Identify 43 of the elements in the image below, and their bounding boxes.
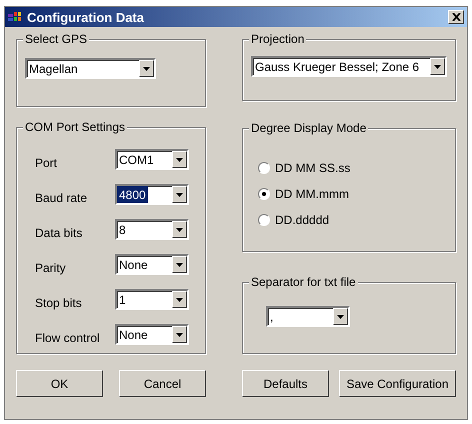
radio-button[interactable] [258, 188, 270, 200]
radio-label: DD.ddddd [275, 213, 330, 227]
setting-dropdown[interactable]: COM1 [115, 149, 189, 170]
group-label: COM Port Settings [23, 120, 128, 134]
radio-button[interactable] [258, 162, 270, 174]
projection-dropdown[interactable]: Gauss Krueger Bessel; Zone 6 [251, 56, 447, 77]
close-button[interactable] [448, 10, 464, 24]
group-label: Degree Display Mode [249, 121, 368, 135]
group-label: Select GPS [23, 32, 90, 46]
defaults-button[interactable]: Defaults [242, 370, 329, 397]
dropdown-value: COM1 [118, 152, 155, 168]
cancel-button[interactable]: Cancel [119, 370, 206, 397]
setting-dropdown[interactable]: 1 [115, 289, 189, 310]
gps-dropdown[interactable]: Magellan [25, 58, 156, 79]
app-icon [8, 11, 24, 23]
group-label: Separator for txt file [249, 275, 358, 289]
close-icon [452, 13, 460, 21]
field-label: Flow control [35, 330, 101, 344]
dropdown-value: None [118, 327, 149, 343]
radio-label: DD MM SS.ss [275, 161, 350, 175]
dropdown-value: Magellan [28, 61, 79, 77]
dropdown-value: , [269, 309, 274, 325]
dropdown-value: 1 [118, 292, 127, 308]
setting-dropdown[interactable]: None [115, 254, 189, 275]
separator-dropdown[interactable]: , [266, 306, 350, 327]
radio-button[interactable] [258, 214, 270, 226]
setting-dropdown[interactable]: 8 [115, 219, 189, 240]
field-label: Parity [35, 260, 67, 274]
save-configuration-button[interactable]: Save Configuration [339, 370, 456, 397]
window-title: Configuration Data [27, 10, 145, 24]
setting-dropdown[interactable]: 4800 [115, 184, 189, 205]
dropdown-value: 8 [118, 222, 127, 238]
radio-label: DD MM.mmm [275, 187, 349, 201]
dropdown-value: 4800 [117, 186, 148, 203]
field-label: Baud rate [35, 190, 88, 204]
field-label: Port [35, 154, 58, 170]
setting-dropdown[interactable]: None [115, 324, 189, 345]
ok-button[interactable]: OK [16, 370, 103, 397]
field-label: Stop bits [35, 294, 83, 310]
dropdown-value: None [118, 257, 149, 273]
group-label: Projection [249, 32, 306, 46]
dropdown-value: Gauss Krueger Bessel; Zone 6 [254, 59, 420, 75]
field-label: Data bits [35, 224, 84, 240]
